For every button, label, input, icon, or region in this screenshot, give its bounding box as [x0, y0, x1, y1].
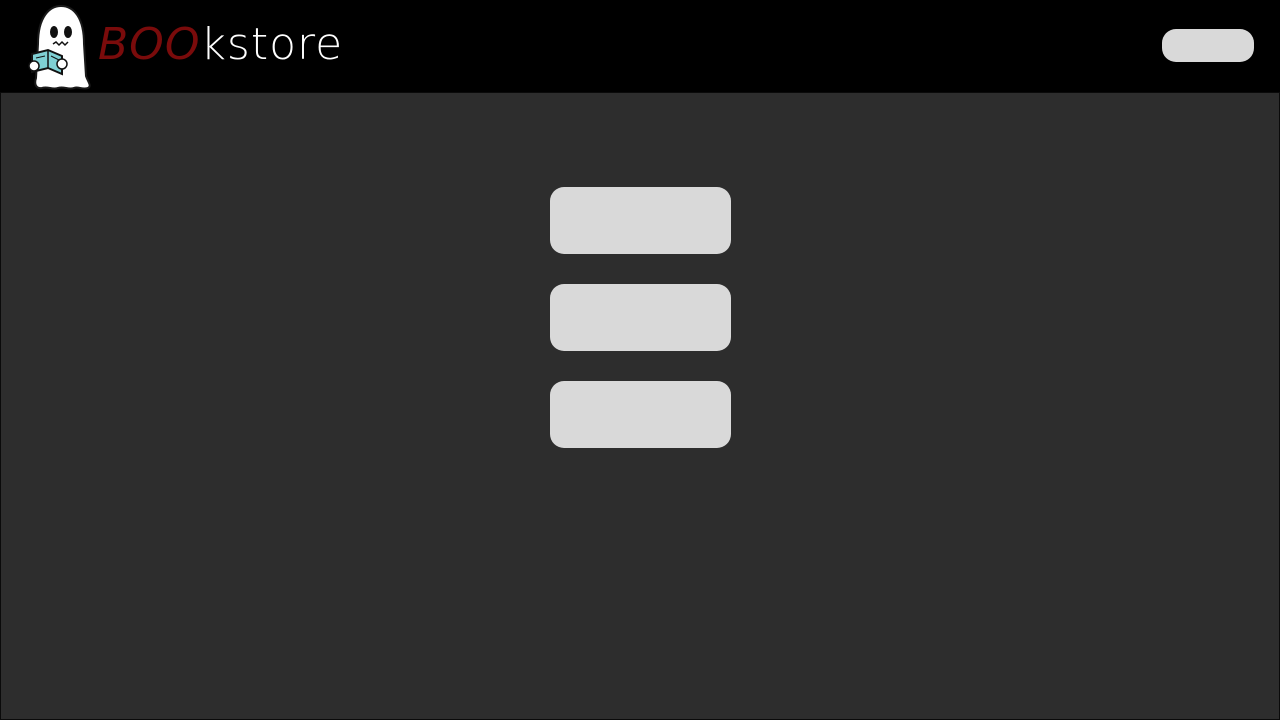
- menu-button-1[interactable]: [550, 187, 731, 254]
- brand-name: BOOkstore: [98, 23, 343, 67]
- ghost-reading-book-icon: [28, 4, 91, 90]
- account-button[interactable]: [1162, 29, 1254, 62]
- menu-button-2[interactable]: [550, 284, 731, 351]
- brand-logo[interactable]: BOOkstore: [28, 4, 343, 90]
- brand-name-highlight: BOO: [98, 19, 201, 70]
- menu-button-3[interactable]: [550, 381, 731, 448]
- brand-name-rest: kstore: [200, 19, 344, 70]
- main-content: [0, 92, 1280, 720]
- top-bar: BOOkstore: [0, 0, 1280, 92]
